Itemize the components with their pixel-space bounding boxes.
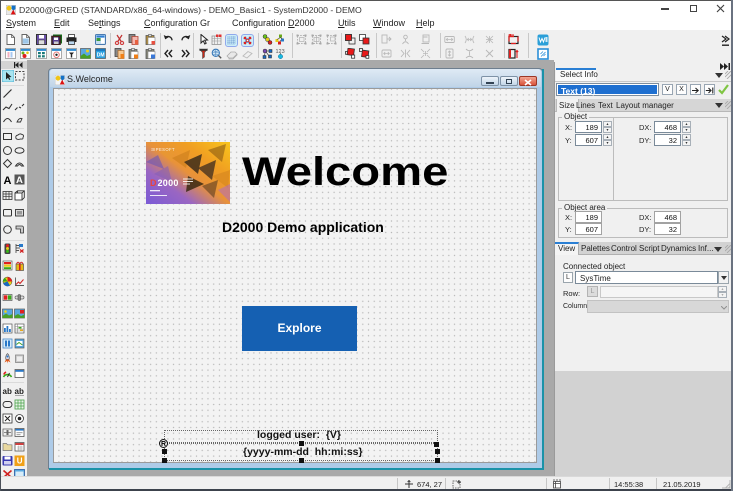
svg-text:A: A [16, 175, 23, 185]
svg-text:2000: 2000 [158, 178, 179, 188]
svg-text:A: A [4, 175, 12, 185]
svg-text:ab: ab [15, 387, 24, 396]
svg-text:U: U [17, 457, 23, 466]
svg-text:D: D [150, 178, 157, 188]
svg-text:ƎIPESOFT: ƎIPESOFT [151, 147, 175, 152]
svg-text:ab: ab [3, 387, 12, 396]
svg-text:DM: DM [97, 53, 105, 59]
